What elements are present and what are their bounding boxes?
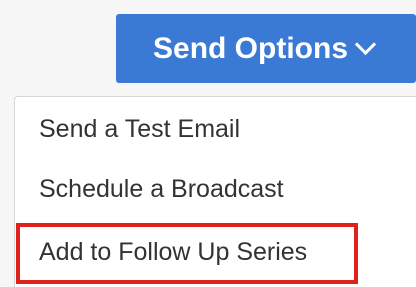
send-options-button[interactable]: Send Options — [116, 14, 416, 83]
send-options-dropdown: Send a Test Email Schedule a Broadcast A… — [14, 96, 416, 287]
send-options-label: Send Options — [153, 31, 348, 65]
menu-item-add-to-follow-up-series[interactable]: Add to Follow Up Series — [39, 238, 307, 267]
menu-item-send-test-email[interactable]: Send a Test Email — [39, 115, 240, 144]
chevron-down-icon — [354, 33, 377, 56]
menu-item-schedule-broadcast[interactable]: Schedule a Broadcast — [39, 175, 284, 204]
